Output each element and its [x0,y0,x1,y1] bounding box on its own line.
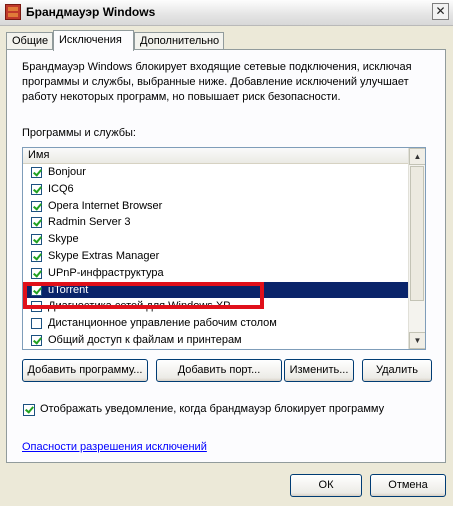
column-header-name[interactable]: Имя [23,148,408,164]
list-rows: Bonjour ICQ6 Opera Internet Browser Radmin … [23,164,409,349]
list-item[interactable]: Radmin Server 3 [23,214,409,231]
cancel-button[interactable]: Отмена [370,474,446,497]
tab-general[interactable]: Общие [6,32,53,50]
list-item[interactable]: ICQ6 [23,181,409,198]
list-item-checkbox[interactable] [31,183,42,195]
delete-button[interactable]: Удалить [362,359,432,382]
title-bar: Брандмауэр Windows ✕ [0,0,453,26]
add-port-button[interactable]: Добавить порт... [156,359,282,382]
list-item-checkbox[interactable] [31,267,42,279]
list-item[interactable]: UPnP-инфраструктура [23,265,409,282]
list-item-checkbox[interactable] [31,200,42,212]
list-item[interactable]: uTorrent [23,281,409,299]
scroll-up-button[interactable]: ▲ [409,148,425,165]
list-item[interactable]: Bonjour [23,164,409,181]
list-item-checkbox[interactable] [31,301,42,313]
list-item[interactable]: Skype [23,231,409,248]
scroll-down-button[interactable]: ▼ [409,332,425,349]
edit-button[interactable]: Изменить... [284,359,354,382]
list-item-label: Общий доступ к файлам и принтерам [48,333,242,346]
list-item[interactable]: Opera Internet Browser [23,198,409,215]
list-item[interactable]: Общий доступ к файлам и принтерам [23,332,409,349]
list-item-checkbox[interactable] [31,234,42,246]
list-item-checkbox[interactable] [31,284,42,296]
list-item-label: UPnP-инфраструктура [48,266,164,279]
list-item-checkbox[interactable] [31,167,42,178]
programs-list[interactable]: Имя Bonjour ICQ6 Opera Internet Browser Rad… [22,147,426,350]
scroll-thumb[interactable] [410,166,424,301]
notify-checkbox[interactable] [23,404,35,416]
list-item-label: uTorrent [48,283,89,296]
list-scrollbar[interactable]: ▲ ▼ [408,148,425,349]
list-item[interactable]: Диагностика сетей для Windows XP [23,298,409,315]
window-title: Брандмауэр Windows [26,5,156,19]
add-program-button[interactable]: Добавить программу... [22,359,148,382]
list-item-checkbox[interactable] [31,217,42,229]
tab-exceptions[interactable]: Исключения [53,30,134,51]
list-item-checkbox[interactable] [31,250,42,262]
list-item-checkbox[interactable] [31,318,42,330]
close-button[interactable]: ✕ [432,3,449,20]
list-item[interactable]: Дистанционное управление рабочим столом [23,315,409,332]
list-item-label: Дистанционное управление рабочим столом [48,317,277,330]
tab-advanced[interactable]: Дополнительно [134,32,224,50]
list-item[interactable]: Skype Extras Manager [23,248,409,265]
exceptions-risk-link[interactable]: Опасности разрешения исключений [22,441,207,453]
ok-button[interactable]: ОК [290,474,362,497]
list-item-label: Opera Internet Browser [48,199,163,212]
list-item-checkbox[interactable] [31,334,42,346]
list-item-label: Skype Extras Manager [48,249,160,262]
list-item-label: Radmin Server 3 [48,216,131,229]
firewall-icon [5,4,21,20]
list-item-label: Диагностика сетей для Windows XP [48,300,231,313]
list-item-label: Bonjour [48,166,86,178]
description-text: Брандмауэр Windows блокирует входящие се… [22,61,412,103]
notify-label: Отображать уведомление, когда брандмауэр… [40,403,385,415]
programs-label: Программы и службы: [22,127,136,139]
list-item-label: Skype [48,233,79,246]
list-item-label: ICQ6 [48,182,74,195]
